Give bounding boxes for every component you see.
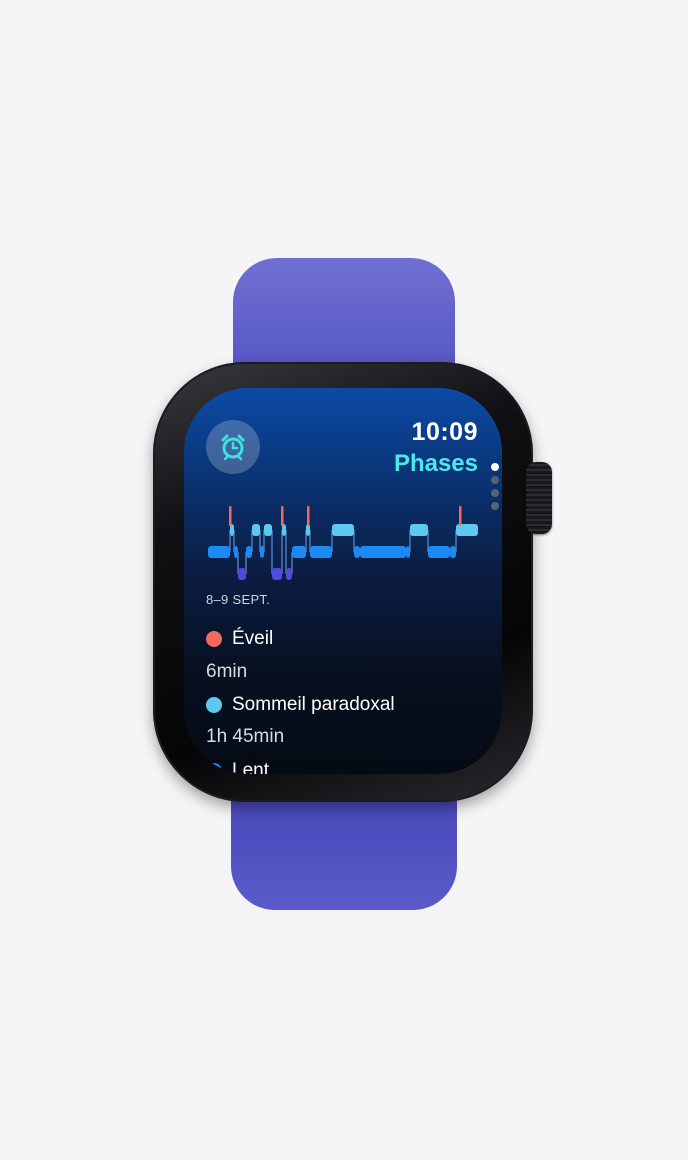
stage-segment-core <box>360 546 406 558</box>
page-dot <box>491 463 499 471</box>
sleep-stages-chart <box>208 506 478 580</box>
stage-segment-rem <box>456 524 478 536</box>
stage-segment-deep <box>238 568 246 580</box>
chart-date-label: 8–9 SEPT. <box>206 592 271 607</box>
page-dot <box>491 502 499 510</box>
stage-rem-label: Sommeil paradoxal <box>232 694 395 715</box>
stage-segment-awake <box>307 506 310 526</box>
stage-segment-core <box>246 546 252 558</box>
stage-segment-core <box>310 546 332 558</box>
stage-segment-core <box>354 546 360 558</box>
page-dot <box>491 489 499 497</box>
stage-segment-rem <box>264 524 272 536</box>
stage-segment-rem <box>410 524 428 536</box>
page-dot <box>491 476 499 484</box>
stage-core-row: Lent <box>206 760 269 774</box>
stage-segment-awake <box>281 506 284 526</box>
stage-awake-duration: 6min <box>206 661 248 682</box>
stage-rem-row: Sommeil paradoxal <box>206 694 395 716</box>
stage-awake-label: Éveil <box>232 628 274 649</box>
stage-segment-rem <box>252 524 260 536</box>
stage-segment-core <box>428 546 450 558</box>
awake-color-dot <box>206 631 222 647</box>
stage-segment-core <box>450 546 456 558</box>
rem-color-dot <box>206 697 222 713</box>
stage-segment-deep <box>286 568 292 580</box>
stage-segment-core <box>208 546 230 558</box>
stage-segment-core <box>406 546 410 558</box>
stage-segment-core <box>234 546 238 558</box>
stage-core-label: Lent <box>232 760 269 774</box>
core-color-dot <box>206 763 222 774</box>
stage-segment-awake <box>459 506 462 526</box>
stage-rem-duration: 1h 45min <box>206 726 285 747</box>
stage-segment-core <box>292 546 306 558</box>
stage-segment-deep <box>272 568 282 580</box>
watch-screen: 10:09 Phases 8–9 SEPT. Éveil 6min Sommei… <box>184 388 502 774</box>
stage-segment-rem <box>332 524 354 536</box>
page-indicator[interactable] <box>491 463 501 515</box>
stage-segment-awake <box>229 506 232 526</box>
digital-crown[interactable] <box>526 462 552 534</box>
stage-awake-row: Éveil <box>206 628 273 650</box>
stage-segment-core <box>260 546 264 558</box>
